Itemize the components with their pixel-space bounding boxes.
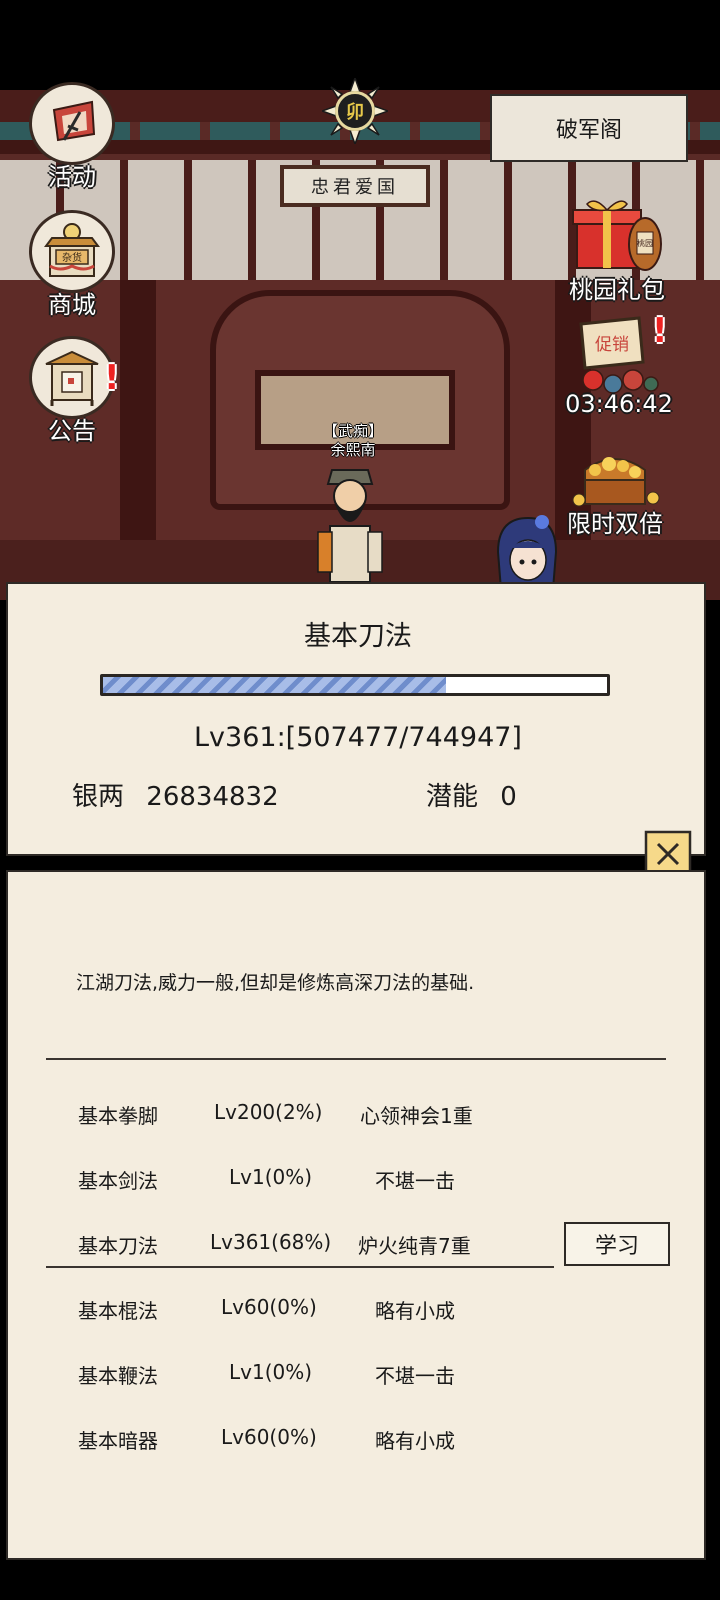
- notice-board-icon: [45, 350, 99, 406]
- banner-sword-icon: [52, 100, 96, 141]
- skill-rank: 略有小成: [375, 1299, 455, 1323]
- peach-garden-gift-label: 桃园礼包: [569, 276, 665, 304]
- skill-row[interactable]: 基本拳脚 Lv200(2%) 心领神会1重: [8, 1092, 708, 1132]
- skill-name: 基本暗器: [78, 1429, 158, 1453]
- shop-stall-icon: 杂货: [44, 222, 100, 277]
- skill-rank: 不堪一击: [375, 1364, 455, 1388]
- skill-level: Lv60(0%): [221, 1295, 317, 1319]
- npc-character[interactable]: [310, 462, 390, 582]
- skill-row[interactable]: 基本剑法 Lv1(0%) 不堪一击: [8, 1157, 708, 1197]
- sale-timer: 03:46:42: [565, 390, 673, 418]
- shop-icon-circle: 杂货: [29, 210, 115, 293]
- gift-tag-text: 桃园: [637, 238, 653, 248]
- silver-stat: 银两 26834832: [72, 776, 279, 813]
- skill-row[interactable]: 基本棍法 Lv60(0%) 略有小成: [8, 1287, 708, 1327]
- skill-level: Lv200(2%): [214, 1100, 323, 1124]
- shop-button[interactable]: 杂货 商城: [22, 210, 122, 320]
- shop-sign-text: 杂货: [62, 251, 82, 264]
- skill-level-text: Lv361:[507477/744947]: [194, 722, 522, 753]
- skill-rank: 略有小成: [375, 1429, 455, 1453]
- time-badge-label: 卯: [335, 91, 375, 131]
- activity-icon-circle: [29, 82, 115, 165]
- skill-row[interactable]: 基本鞭法 Lv1(0%) 不堪一击: [8, 1352, 708, 1392]
- npc-name-tag[interactable]: 【武痴】 余熙南: [300, 422, 406, 460]
- sale-sign-text: 促销: [595, 335, 629, 355]
- peach-garden-gift-button[interactable]: 桃园 桃园礼包: [562, 196, 672, 305]
- limited-double-button[interactable]: 限时双倍: [560, 440, 670, 539]
- skill-level: Lv1(0%): [229, 1360, 313, 1384]
- skill-rank: 心领神会1重: [360, 1104, 473, 1128]
- potential-label: 潜能: [426, 782, 479, 812]
- notice-alert-icon: !: [104, 358, 120, 398]
- time-badge: 卯: [322, 78, 388, 144]
- limited-double-label: 限时双倍: [567, 510, 663, 538]
- skill-level: Lv361(68%): [210, 1230, 332, 1254]
- description-divider: [46, 1058, 666, 1060]
- skill-name: 基本刀法: [78, 1234, 158, 1258]
- hall-plaque: 忠君爱国: [280, 165, 430, 207]
- skill-name: 基本棍法: [78, 1299, 158, 1323]
- silver-label: 银两: [72, 782, 125, 812]
- location-name: 破军阁: [490, 94, 688, 162]
- notice-button[interactable]: ! 公告: [22, 336, 122, 446]
- skill-level: Lv60(0%): [221, 1425, 317, 1449]
- skill-name: 基本拳脚: [78, 1104, 158, 1128]
- skill-rank: 炉火纯青7重: [358, 1234, 471, 1258]
- skill-detail-panel: 江湖刀法,威力一般,但却是修炼高深刀法的基础. 基本拳脚 Lv200(2%) 心…: [6, 870, 706, 1560]
- skill-progress-fill: [103, 677, 447, 693]
- skill-name: 基本鞭法: [78, 1364, 158, 1388]
- gift-box-icon: 桃园: [572, 200, 662, 271]
- skill-title: 基本刀法: [304, 621, 412, 652]
- sale-button[interactable]: 促销 ! 03:46:42: [564, 314, 674, 418]
- activity-button[interactable]: 活动: [22, 82, 122, 192]
- skill-level: Lv1(0%): [229, 1165, 313, 1189]
- notice-icon-circle: !: [29, 336, 120, 419]
- npc-name: 余熙南: [330, 441, 376, 459]
- skill-row[interactable]: 基本暗器 Lv60(0%) 略有小成: [8, 1417, 708, 1457]
- skill-name: 基本剑法: [78, 1169, 158, 1193]
- potential-stat: 潜能 0: [426, 776, 517, 813]
- treasure-chest-icon: [572, 457, 660, 507]
- skill-description: 江湖刀法,威力一般,但却是修炼高深刀法的基础.: [76, 972, 475, 994]
- skill-rank: 不堪一击: [375, 1169, 455, 1193]
- sale-alert-icon: !: [652, 311, 668, 351]
- learn-button[interactable]: 学习: [564, 1222, 670, 1266]
- silver-value: 26834832: [146, 782, 279, 812]
- skill-progress-bar: [100, 674, 610, 696]
- potential-value: 0: [500, 782, 517, 812]
- game-scene: 忠君爱国 卯 活动 杂货 商城 ! 公告 破军阁 桃园 桃园礼包 促销 ! 03…: [0, 0, 720, 600]
- selected-row-underline: [46, 1266, 554, 1268]
- npc-title: 【武痴】: [322, 422, 383, 440]
- skill-summary-panel: 基本刀法 Lv361:[507477/744947] 银两 26834832 潜…: [6, 582, 706, 856]
